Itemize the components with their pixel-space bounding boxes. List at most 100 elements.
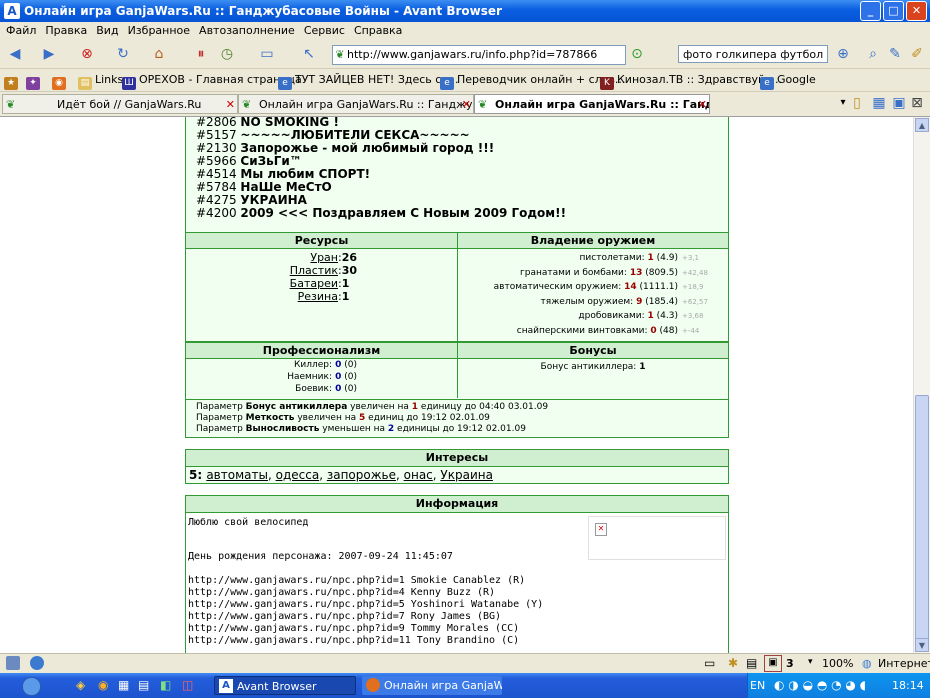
menu-help[interactable]: Справка <box>348 22 405 37</box>
interest-link[interactable]: запорожье <box>327 468 396 482</box>
back-arrow-icon[interactable]: ◀ <box>4 44 26 64</box>
tab-close-icon[interactable]: ✕ <box>462 95 471 113</box>
search-option-icon[interactable]: ⌕ <box>862 44 884 64</box>
link-zaitsev[interactable]: e ТУТ ЗАЙЦЕВ НЕТ! Здесь са... <box>278 73 459 90</box>
menu-tools[interactable]: Сервис <box>298 22 348 37</box>
resources-list: Уран:26 Пластик:30 Батареи:1 Резина:1 <box>186 251 458 303</box>
rss-icon[interactable]: ◉ <box>52 73 69 90</box>
refresh-icon[interactable]: ↻ <box>112 44 134 64</box>
syndicate-id[interactable]: #4514 <box>196 167 240 181</box>
quicklaunch-icon[interactable]: ◉ <box>98 678 108 692</box>
tool-icon[interactable]: ✱ <box>728 656 738 670</box>
tab-ganjawars-1[interactable]: ❦Онлайн игра GanjaWars.Ru :: Ганджубас..… <box>238 94 474 114</box>
quicklaunch-icon[interactable]: ◧ <box>160 678 171 692</box>
go-icon[interactable]: ⊙ <box>626 44 648 64</box>
stop-icon[interactable]: ⊗ <box>76 44 98 64</box>
profession-exp: (0) <box>341 372 358 382</box>
scroll-up-icon[interactable]: ▲ <box>915 118 929 132</box>
start-button[interactable] <box>0 673 70 698</box>
quicklaunch-icon[interactable]: ▦ <box>118 678 129 692</box>
address-bar[interactable]: ❦ http://www.ganjawars.ru/info.php?id=787… <box>332 45 626 65</box>
tab-battle[interactable]: ❦ Идёт бой // GanjaWars.Ru ✕ <box>2 94 238 114</box>
syndicate-name[interactable]: Мы любим СПОРТ! <box>240 167 370 181</box>
zoom-chevron-icon[interactable]: ▾ <box>808 657 813 667</box>
resource-name[interactable]: Уран <box>186 251 338 264</box>
new-tab-icon[interactable]: ▯ <box>846 93 868 113</box>
quicklaunch-icon[interactable]: ◫ <box>182 678 193 692</box>
interest-link[interactable]: Украина <box>440 468 493 482</box>
forward-arrow-icon[interactable]: ▶ <box>38 44 60 64</box>
vertical-scrollbar[interactable]: ▲ ▼ <box>913 117 930 653</box>
close-button[interactable]: ✕ <box>906 1 927 21</box>
scroll-down-icon[interactable]: ▼ <box>915 638 929 652</box>
history-icon[interactable]: ◷ <box>216 44 238 64</box>
search-engine-icon[interactable]: ⊕ <box>832 44 854 64</box>
link-google[interactable]: e Google <box>760 73 816 90</box>
window-icon[interactable]: ▭ <box>256 44 278 64</box>
param-mid: уменьшен на <box>319 424 388 434</box>
syndicate-name[interactable]: ~~~~~ЛЮБИТЕЛИ СЕКСА~~~~~ <box>240 128 469 142</box>
scroll-thumb[interactable] <box>915 395 929 640</box>
menu-edit[interactable]: Правка <box>39 22 90 37</box>
menu-autofill[interactable]: Автозаполнение <box>193 22 298 37</box>
syndicate-name[interactable]: СиЗьГи™ <box>240 154 301 168</box>
syndicate-id[interactable]: #2130 <box>196 141 240 155</box>
profession-exp: (0) <box>341 384 358 394</box>
resource-name[interactable]: Резина <box>186 290 338 303</box>
tab-close-icon[interactable]: ✕ <box>226 95 235 113</box>
highlight-icon[interactable]: ✎ <box>884 44 906 64</box>
screen-icon[interactable]: ▤ <box>746 656 757 670</box>
tab-ganjawars-2[interactable]: ❦Онлайн игра GanjaWars.Ru :: Ганджу...✕ <box>474 94 710 114</box>
language-indicator[interactable]: EN <box>750 679 765 692</box>
syndicate-name[interactable]: УКРАИНА <box>240 193 307 207</box>
link-orehov[interactable]: Ш ОРЕХОВ - Главная страница <box>122 73 302 90</box>
tab-close-icon[interactable]: ✕ <box>698 95 707 113</box>
pause-icon[interactable]: ⏸ <box>190 44 212 64</box>
feeds-icon[interactable]: ✦ <box>26 73 43 90</box>
resource-name[interactable]: Батареи <box>186 277 338 290</box>
home-icon[interactable]: ⌂ <box>148 44 170 64</box>
interest-link[interactable]: одесса <box>276 468 320 482</box>
quicklaunch-icon[interactable]: ▤ <box>138 678 149 692</box>
weapons-header: Владение оружием <box>458 233 728 249</box>
close-tab-icon[interactable]: ⊠ <box>906 93 928 113</box>
profession-level: 0 <box>332 372 342 382</box>
interest-link[interactable]: онас <box>404 468 433 482</box>
minimize-button[interactable]: _ <box>860 1 881 21</box>
start-orb-icon <box>22 677 41 696</box>
task-avant-browser[interactable]: A Avant Browser <box>214 676 356 695</box>
popup-blocker-icon[interactable]: ▣ <box>764 655 782 672</box>
link-links[interactable]: ▤ Links <box>78 73 123 90</box>
syndicate-id[interactable]: #4275 <box>196 193 240 207</box>
weapon-exp: (185.4) <box>642 296 678 307</box>
menu-view[interactable]: Вид <box>90 22 121 37</box>
maximize-button[interactable]: □ <box>883 1 904 21</box>
profession-name: Боевик: <box>295 384 332 394</box>
tile-icon[interactable]: ▦ <box>868 93 890 113</box>
zoom-level[interactable]: 100% <box>822 657 853 670</box>
resource-name[interactable]: Пластик <box>186 264 338 277</box>
syndicate-name[interactable]: 2009 <<< Поздравляем С Новым 2009 Годом!… <box>240 206 566 220</box>
pointer-icon[interactable]: ↖ <box>298 44 320 64</box>
syndicate-id[interactable]: #4200 <box>196 206 240 220</box>
syndicate-name[interactable]: Запорожье - мой любимый город !!! <box>240 141 494 155</box>
address-input[interactable]: http://www.ganjawars.ru/info.php?id=7878… <box>347 48 597 61</box>
menu-favorites[interactable]: Избранное <box>122 22 193 37</box>
link-kinozal[interactable]: K Кинозал.ТВ :: Здравствуйт... <box>600 73 782 90</box>
interest-link[interactable]: автоматы <box>206 468 268 482</box>
monitor-icon[interactable]: ▭ <box>704 656 715 670</box>
tray-icons[interactable]: ◐ ◑ ◒ ◓ ◔ ◕ ◖ <box>774 678 866 692</box>
leaf-icon: ❦ <box>6 98 16 111</box>
menu-file[interactable]: Файл <box>0 22 39 37</box>
syndicate-id[interactable]: #5784 <box>196 180 240 194</box>
info-header: Информация <box>186 496 728 513</box>
link-translator[interactable]: e Переводчик онлайн + слов... <box>440 73 625 90</box>
syndicate-id[interactable]: #5157 <box>196 128 240 142</box>
quicklaunch-icon[interactable]: ◈ <box>76 678 85 692</box>
favorites-icon[interactable]: ★ <box>4 73 21 90</box>
task-ganjawars[interactable]: Онлайн игра GanjaW... <box>362 676 502 695</box>
search-input[interactable]: фото голкипера футбол <box>678 45 828 63</box>
marker-icon[interactable]: ✐ <box>906 44 928 64</box>
syndicate-id[interactable]: #5966 <box>196 154 240 168</box>
syndicate-name[interactable]: НаШе МеСтО <box>240 180 331 194</box>
